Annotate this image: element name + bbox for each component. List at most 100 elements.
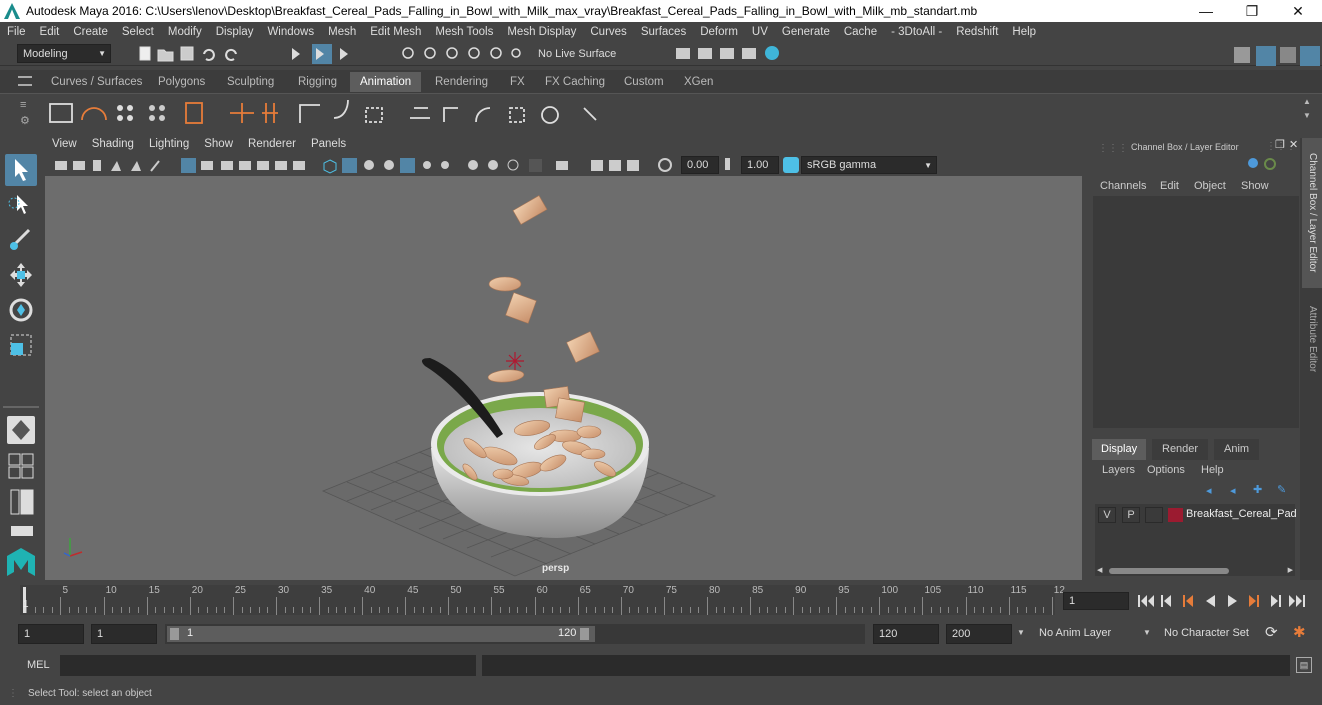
side-tab-channel-box[interactable]: Channel Box / Layer Editor (1302, 138, 1322, 288)
object-menu[interactable]: Object (1194, 180, 1226, 192)
shelf-scroll-down-icon[interactable]: ▼ (1303, 111, 1311, 120)
range-start-handle[interactable] (170, 628, 179, 640)
live-surface-field[interactable]: No Live Surface (533, 44, 627, 63)
tab-sculpting[interactable]: Sculpting (217, 72, 285, 92)
playback-start-field[interactable]: 1 (91, 624, 157, 644)
animation-start-field[interactable]: 1 (18, 624, 84, 644)
menu-mesh-tools[interactable]: Mesh Tools (428, 26, 500, 38)
scroll-left-icon[interactable]: ◀ (1097, 566, 1102, 574)
side-tab-attribute-editor[interactable]: Attribute Editor (1302, 294, 1322, 384)
single-perspective-layout-button[interactable] (7, 416, 35, 444)
shelf-menu-icon[interactable] (18, 76, 32, 86)
maya-home-button[interactable] (5, 546, 37, 578)
persp-graph-layout-button[interactable] (5, 524, 37, 538)
range-slider-bar[interactable]: 1 120 (167, 626, 595, 642)
script-editor-icon[interactable]: ▤ (1296, 657, 1312, 673)
menu-surfaces[interactable]: Surfaces (634, 26, 693, 38)
move-tool-button[interactable] (5, 259, 37, 291)
layer-hscrollbar[interactable]: ◀ ▶ (1095, 566, 1295, 576)
gamma-field[interactable]: 1.00 (741, 156, 779, 174)
layer-playback-toggle[interactable]: P (1122, 507, 1140, 523)
show-menu[interactable]: Show (1241, 180, 1269, 192)
tab-rendering[interactable]: Rendering (425, 72, 499, 92)
layers-menu[interactable]: Layers (1102, 464, 1135, 476)
tab-render[interactable]: Render (1152, 439, 1209, 460)
viewport-menu-panels[interactable]: Panels (304, 138, 354, 154)
range-end-handle[interactable] (580, 628, 589, 640)
current-frame-field[interactable]: 1 (1063, 592, 1129, 610)
anim-layer-dropdown[interactable]: No Anim Layer (1034, 624, 1138, 644)
menu-generate[interactable]: Generate (775, 26, 837, 38)
range-slider-track[interactable]: 1 120 (165, 624, 865, 644)
time-slider[interactable]: 5 10 15 20 25 30 35 40 45 50 55 60 65 70 75 80 85 90 95 100… (20, 585, 1065, 615)
viewport-menu-shading[interactable]: Shading (85, 138, 142, 154)
tab-display[interactable]: Display (1092, 439, 1147, 460)
command-input[interactable] (60, 655, 476, 676)
shelf-gear-icon[interactable]: ≡ (20, 99, 26, 111)
menu-curves[interactable]: Curves (583, 26, 633, 38)
auto-key-icon[interactable]: ⟳ (1265, 623, 1278, 641)
new-layer-selected-icon[interactable]: ✎ (1277, 483, 1286, 496)
manipulator-icon[interactable] (1248, 158, 1258, 168)
tab-anim[interactable]: Anim (1214, 439, 1260, 460)
menu-mesh[interactable]: Mesh (321, 26, 363, 38)
options-menu[interactable]: Options (1147, 464, 1185, 476)
animation-end-field[interactable]: 200 (946, 624, 1012, 644)
menu-mesh-display[interactable]: Mesh Display (500, 26, 583, 38)
shelf-scroll-up-icon[interactable]: ▲ (1303, 97, 1311, 106)
animation-preferences-icon[interactable]: ✱ (1293, 623, 1306, 641)
menu-uv[interactable]: UV (745, 26, 775, 38)
tab-curves-surfaces[interactable]: Curves / Surfaces (41, 72, 153, 92)
menu-file[interactable]: File (0, 26, 33, 38)
layer-type-toggle[interactable] (1145, 507, 1163, 523)
tab-animation[interactable]: Animation (350, 72, 422, 92)
float-panel-icon[interactable]: ❐ (1275, 138, 1285, 151)
move-layer-up-icon[interactable]: ◂ (1206, 484, 1212, 497)
mel-label[interactable]: MEL (27, 659, 50, 671)
layer-name[interactable]: Breakfast_Cereal_Pads (1186, 508, 1296, 520)
tab-fx-caching[interactable]: FX Caching (535, 72, 616, 92)
viewport-menu-lighting[interactable]: Lighting (142, 138, 197, 154)
perspective-viewport[interactable]: persp (45, 176, 1082, 580)
exposure-field[interactable]: 0.00 (681, 156, 719, 174)
tab-fx[interactable]: FX (500, 72, 535, 92)
menu-cache[interactable]: Cache (837, 26, 884, 38)
menu-windows[interactable]: Windows (260, 26, 321, 38)
four-view-layout-button[interactable] (5, 452, 37, 480)
menu-edit[interactable]: Edit (33, 26, 67, 38)
select-tool-button[interactable] (5, 154, 37, 186)
menu-3dtoall[interactable]: - 3DtoAll - (884, 26, 949, 38)
tab-polygons[interactable]: Polygons (148, 72, 216, 92)
layer-color-swatch[interactable] (1168, 508, 1183, 522)
viewport-menu-view[interactable]: View (45, 138, 85, 154)
persp-outliner-layout-button[interactable] (5, 488, 37, 516)
character-set-dropdown[interactable]: No Character Set (1159, 624, 1255, 644)
channels-menu[interactable]: Channels (1100, 180, 1146, 192)
scroll-thumb[interactable] (1109, 568, 1229, 574)
menu-modify[interactable]: Modify (161, 26, 209, 38)
menu-deform[interactable]: Deform (693, 26, 745, 38)
color-space-dropdown[interactable]: sRGB gamma ▼ (801, 156, 937, 174)
menu-display[interactable]: Display (209, 26, 261, 38)
playback-end-field[interactable]: 120 (873, 624, 939, 644)
move-layer-down-icon[interactable]: ◂ (1230, 484, 1236, 497)
layer-visibility-toggle[interactable]: V (1098, 507, 1116, 523)
menu-select[interactable]: Select (115, 26, 161, 38)
tab-xgen[interactable]: XGen (674, 72, 724, 92)
mode-selector[interactable]: Modeling ▼ (17, 44, 111, 63)
shelf-settings-icon[interactable]: ⚙ (20, 114, 30, 127)
menu-help[interactable]: Help (1005, 26, 1043, 38)
viewport-menu-renderer[interactable]: Renderer (241, 138, 304, 154)
paint-select-tool-button[interactable] (5, 224, 37, 256)
lasso-tool-button[interactable] (5, 189, 37, 221)
tab-custom[interactable]: Custom (614, 72, 674, 92)
panel-grip-icon[interactable]: ⋮⋮⋮ (1098, 143, 1128, 154)
tab-rigging[interactable]: Rigging (288, 72, 347, 92)
minimize-button[interactable]: — (1183, 0, 1229, 22)
color-management-toggle-icon[interactable] (783, 157, 799, 173)
chevron-down-icon[interactable]: ▼ (1143, 628, 1151, 637)
speed-icon[interactable] (1264, 158, 1276, 170)
chevron-down-icon[interactable]: ▼ (1017, 628, 1025, 637)
viewport-menu-show[interactable]: Show (197, 138, 241, 154)
help-menu[interactable]: Help (1201, 464, 1224, 476)
